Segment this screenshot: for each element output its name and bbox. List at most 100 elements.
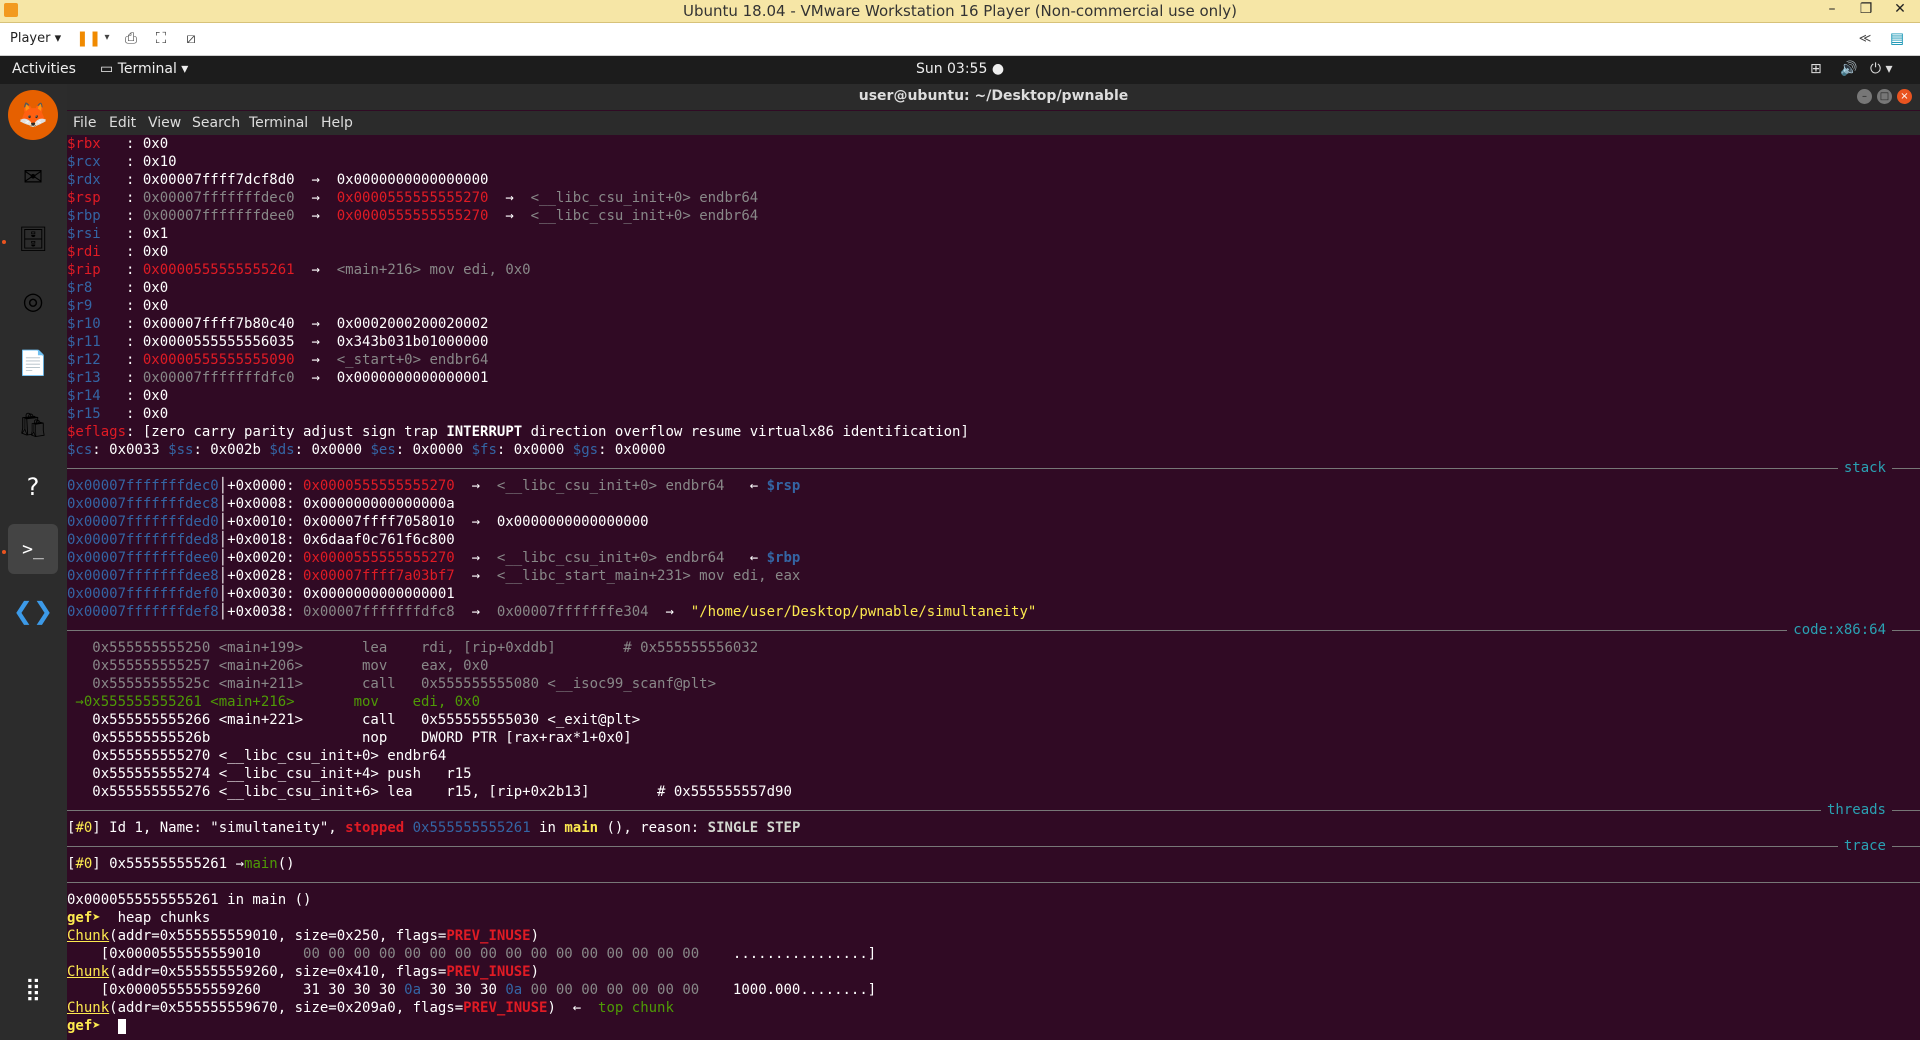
files-icon[interactable]: 🗄: [8, 214, 58, 264]
section-label-stack: stack: [1837, 459, 1892, 477]
text-segment: <__libc_start_main+231> mov edi, eax: [496, 568, 801, 584]
menu-file[interactable]: File: [73, 115, 96, 131]
text-segment: #0: [75, 856, 93, 872]
section-label-threads: threads: [1820, 801, 1892, 819]
collapse-toolbar-icon[interactable]: ≪: [1856, 29, 1874, 47]
terminal-line: 0x555555555270 <__libc_csu_init+0> endbr…: [67, 747, 1920, 765]
text-segment: SINGLE STEP: [707, 820, 801, 836]
terminal-line: 0x00007fffffffdee8│+0x0028: 0x00007ffff7…: [67, 567, 1920, 585]
menu-view[interactable]: View: [148, 115, 181, 131]
terminal-line: $cs: 0x0033 $ss: 0x002b $ds: 0x0000 $es:…: [67, 441, 1920, 459]
network-icon[interactable]: ⊞: [1810, 61, 1822, 77]
text-segment: :: [126, 370, 143, 386]
text-segment: main: [564, 820, 599, 836]
terminal-maximize-icon[interactable]: □: [1877, 89, 1892, 104]
text-segment: 0x00007fffffffdef8: [67, 604, 219, 620]
firefox-icon[interactable]: 🦊: [8, 90, 58, 140]
close-icon[interactable]: ✕: [1886, 1, 1914, 17]
text-segment: ←: [724, 478, 767, 494]
text-segment: 0x00007fffffffdec0: [67, 478, 219, 494]
text-segment: direction overflow resume virtualx86 ide…: [522, 424, 969, 440]
text-segment: 0x00007fffffffdec8: [67, 496, 219, 512]
text-segment: $ds: [269, 442, 295, 458]
text-segment: 0x00007fffffffdfc0: [142, 370, 295, 386]
text-segment: →: [488, 190, 531, 206]
terminal-titlebar: user@ubuntu: ~/Desktop/pwnable – □ ×: [67, 84, 1920, 110]
section-label-trace: trace: [1837, 837, 1892, 855]
vscode-icon[interactable]: ❮❯: [8, 586, 58, 636]
text-segment: : 0x00007ffff7b80c40 → 0x000200020002000…: [126, 316, 489, 332]
menu-search[interactable]: Search: [192, 115, 240, 131]
help-icon[interactable]: ?: [8, 462, 58, 512]
gef-prompt-line: gef➤: [67, 1017, 1920, 1035]
notes-icon[interactable]: ▤: [1888, 29, 1906, 47]
text-segment: (), reason:: [598, 820, 708, 836]
terminal-lines: $rbx : 0x0 $rcx : 0x10 $rdx : 0x00007ffff7…: [67, 135, 1920, 1035]
text-segment: 0x00007ffff7a03bf7: [303, 568, 455, 584]
text-segment: $r12: [67, 352, 127, 368]
text-segment: →: [294, 190, 337, 206]
text-segment: : 0x002b: [193, 442, 270, 458]
volume-icon[interactable]: 🔊: [1840, 61, 1857, 77]
text-segment: <__libc_csu_init+0> endbr64: [530, 208, 759, 224]
text-segment: <_start+0> endbr64: [336, 352, 489, 368]
send-keys-icon[interactable]: ⎙: [122, 29, 140, 47]
text-segment: $eflags: [67, 424, 127, 440]
minimize-icon[interactable]: –: [1818, 1, 1846, 17]
text-segment: 31 30 30 30: [303, 982, 405, 998]
terminal-line: 0x55555555526b nop DWORD PTR [rax+rax*1+…: [67, 729, 1920, 747]
text-segment: │+0x0008: 0x000000000000000a: [218, 496, 455, 512]
text-segment: $rcx: [67, 154, 127, 170]
power-icon[interactable]: ⏻ ▾: [1870, 61, 1893, 77]
terminal-icon[interactable]: >_: [8, 524, 58, 574]
text-segment: $rip: [67, 262, 127, 278]
text-segment: →: [488, 208, 531, 224]
terminal-close-icon[interactable]: ×: [1897, 89, 1912, 104]
text-segment: 0x00007fffffffe304: [496, 604, 649, 620]
text-segment: 0x55555555526b nop DWORD PTR [rax+rax*1+…: [67, 730, 632, 746]
terminal-line: [0x0000555555559260 31 30 30 30 0a 30 30…: [67, 981, 1920, 999]
terminal-line: $rdx : 0x00007ffff7dcf8d0 → 0x0000000000…: [67, 171, 1920, 189]
divider-rule: [67, 468, 1920, 469]
text-segment: : 0x0: [126, 298, 169, 314]
text-segment: $r9: [67, 298, 127, 314]
text-segment: 0x00007fffffffdef0: [67, 586, 219, 602]
terminal-line: [0x0000555555559010 00 00 00 00 00 00 00…: [67, 945, 1920, 963]
pause-icon[interactable]: ❚❚: [76, 29, 101, 47]
text-segment: <__libc_csu_init+0> endbr64: [496, 478, 725, 494]
fullscreen-icon[interactable]: ⛶: [152, 29, 170, 47]
menu-edit[interactable]: Edit: [109, 115, 136, 131]
terminal-line: Chunk(addr=0x555555559010, size=0x250, f…: [67, 927, 1920, 945]
player-menu-button[interactable]: Player ▾: [10, 31, 61, 46]
terminal-output[interactable]: $rbx : 0x0 $rcx : 0x10 $rdx : 0x00007ffff7…: [67, 135, 1920, 1040]
thunderbird-icon[interactable]: ✉: [8, 152, 58, 202]
menu-help[interactable]: Help: [321, 115, 353, 131]
text-segment: $cs: [67, 442, 93, 458]
terminal-minimize-icon[interactable]: –: [1857, 89, 1872, 104]
software-icon[interactable]: 🛍: [8, 400, 58, 450]
clock[interactable]: Sun 03:55 ●: [0, 61, 1920, 77]
text-segment: $r10: [67, 316, 127, 332]
text-segment: : 0x0000: [496, 442, 573, 458]
text-segment: PREV_INUSE: [446, 928, 531, 944]
unity-icon[interactable]: ⧄: [182, 29, 200, 47]
text-segment: │+0x0028:: [218, 568, 304, 584]
text-segment: 0x00007fffffffdee0: [142, 208, 295, 224]
text-segment: 0x555555555250 <main+199> lea rdi, [rip+…: [67, 640, 759, 656]
menu-terminal[interactable]: Terminal: [249, 115, 308, 131]
terminal-line: $r11 : 0x0000555555556035 → 0x343b031b01…: [67, 333, 1920, 351]
terminal-line: $r15 : 0x0: [67, 405, 1920, 423]
apps-grid-icon[interactable]: ⣿: [8, 964, 58, 1014]
text-segment: 0a: [505, 982, 523, 998]
chevron-down-icon[interactable]: ▾: [98, 29, 116, 47]
text-cursor[interactable]: [117, 1018, 126, 1034]
rhythmbox-icon[interactable]: ◎: [8, 276, 58, 326]
writer-icon[interactable]: 📄: [8, 338, 58, 388]
text-segment: $r14: [67, 388, 127, 404]
text-segment: →: [648, 604, 691, 620]
maximize-icon[interactable]: ❐: [1852, 1, 1880, 17]
text-segment: 30 30 30: [421, 982, 506, 998]
section-label-code-x86-64: code:x86:64: [1787, 621, 1892, 639]
text-segment: gef➤: [67, 910, 118, 926]
text-segment: $r15: [67, 406, 127, 422]
